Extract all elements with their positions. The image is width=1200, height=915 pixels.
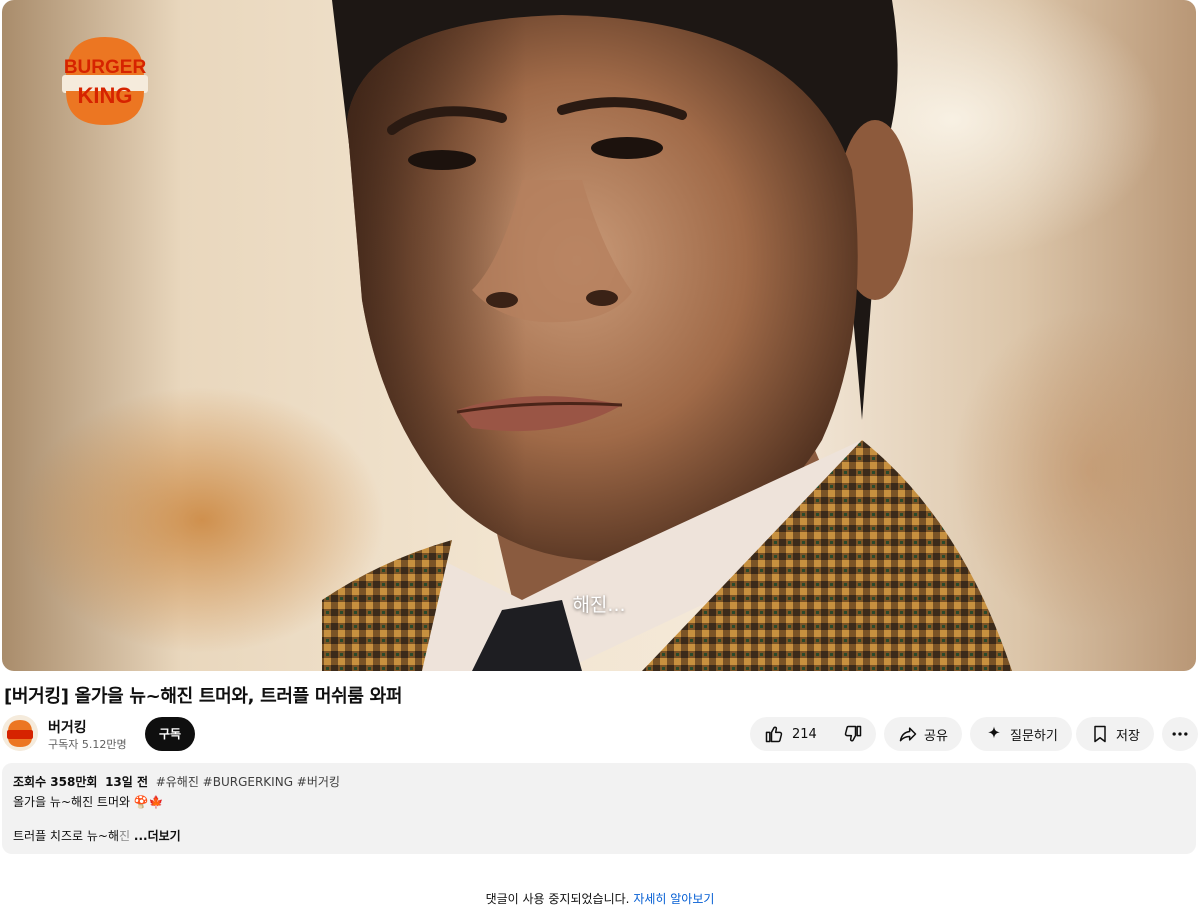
description-line-2: 트러플 치즈로 뉴~해진 ...더보기: [13, 827, 181, 844]
bookmark-icon: [1090, 724, 1110, 744]
hashtags[interactable]: #유해진 #BURGERKING #버거킹: [156, 775, 340, 789]
share-icon: [898, 724, 918, 744]
save-button[interactable]: 저장: [1076, 717, 1154, 751]
like-button[interactable]: 214: [750, 717, 829, 751]
ask-label: 질문하기: [1010, 728, 1058, 744]
comments-disabled-text: 댓글이 사용 중지되었습니다.: [485, 892, 630, 906]
burger-king-logo: BURGER KING: [62, 37, 148, 125]
description-meta: 조회수 358만회 13일 전 #유해진 #BURGERKING #버거킹: [13, 773, 340, 790]
video-title: [버거킹] 올가을 뉴~해진 트머와, 트러플 머쉬룸 와퍼: [4, 686, 403, 707]
thumbs-up-icon: [764, 724, 784, 744]
sparkle-icon: [984, 724, 1004, 744]
svg-text:BURGER: BURGER: [64, 57, 147, 78]
channel-name[interactable]: 버거킹: [48, 717, 87, 737]
view-count: 조회수 358만회: [13, 775, 98, 789]
description-line-1-text: 올가을 뉴~해진 트머와: [13, 795, 131, 809]
description-line-1: 올가을 뉴~해진 트머와 🍄🍁: [13, 793, 164, 810]
share-label: 공유: [924, 728, 948, 744]
video-frame: [322, 0, 1012, 671]
like-count: 214: [792, 726, 817, 742]
description-fade-text: 진: [119, 829, 131, 843]
subscriber-count: 구독자 5.12만명: [48, 738, 127, 751]
share-button[interactable]: 공유: [884, 717, 962, 751]
ask-button[interactable]: 질문하기: [970, 717, 1072, 751]
mushroom-leaf-emoji: 🍄🍁: [133, 795, 164, 809]
save-label: 저장: [1116, 728, 1140, 744]
subscribe-button[interactable]: 구독: [145, 717, 196, 751]
youtube-watch-page: BURGER KING 해진... [버거킹] 올가을 뉴~해진 트머와, 트러…: [0, 0, 1200, 915]
like-dislike-group: 214: [750, 717, 876, 751]
learn-more-link[interactable]: 자세히 알아보기: [633, 892, 714, 906]
owner-row: 버거킹 구독자 5.12만명 구독 214 공유 질문하기 저장: [2, 715, 1198, 753]
video-subtitle: 해진...: [572, 594, 626, 616]
comments-disabled-notice: 댓글이 사용 중지되었습니다. 자세히 알아보기: [0, 890, 1200, 907]
description-box[interactable]: 조회수 358만회 13일 전 #유해진 #BURGERKING #버거킹 올가…: [2, 763, 1196, 854]
more-horizontal-icon: [1172, 732, 1188, 736]
svg-text:KING: KING: [78, 83, 133, 108]
thumbs-down-icon: [843, 724, 863, 744]
more-actions-button[interactable]: [1162, 717, 1198, 751]
dislike-button[interactable]: [829, 717, 877, 751]
burger-king-avatar-icon: [2, 715, 38, 751]
show-more-link[interactable]: ...더보기: [134, 829, 181, 843]
channel-avatar[interactable]: [2, 715, 38, 751]
video-player[interactable]: BURGER KING 해진...: [2, 0, 1196, 671]
upload-date: 13일 전: [105, 775, 149, 789]
description-line-2-text: 트러플 치즈로 뉴~해: [13, 829, 120, 843]
